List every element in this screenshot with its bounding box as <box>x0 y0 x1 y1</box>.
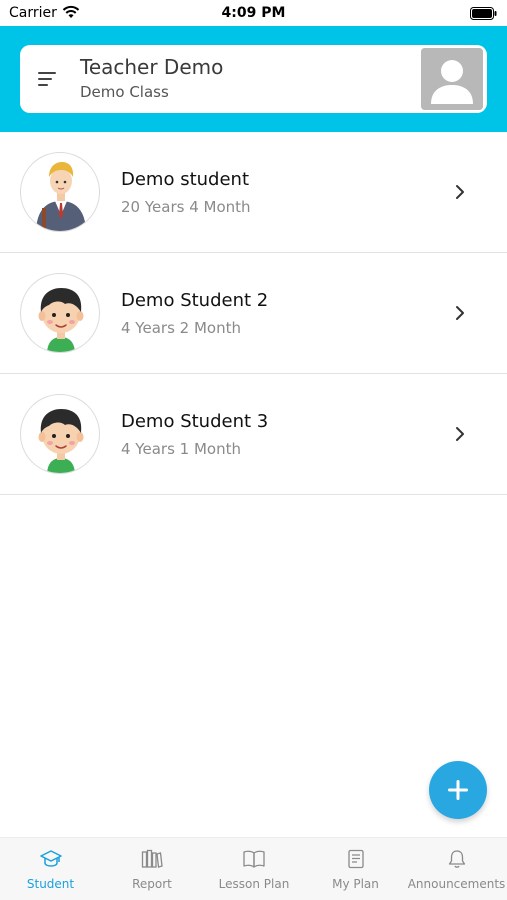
chevron-right-icon <box>456 185 464 199</box>
tab-label: Announcements <box>407 877 506 891</box>
header-band: Teacher Demo Demo Class <box>0 26 507 132</box>
status-bar: Carrier 4:09 PM <box>0 0 507 26</box>
tab-my-plan[interactable]: My Plan <box>305 838 406 900</box>
user-placeholder-icon <box>421 48 483 110</box>
student-teen-avatar <box>20 152 100 232</box>
student-child-avatar <box>20 273 100 353</box>
status-time: 4:09 PM <box>221 5 286 21</box>
chevron-right-icon <box>456 306 464 320</box>
menu-icon[interactable] <box>38 70 60 88</box>
teacher-card: Teacher Demo Demo Class <box>20 45 487 113</box>
tab-report[interactable]: Report <box>101 838 203 900</box>
notepad-icon <box>347 849 364 869</box>
books-icon <box>141 849 163 868</box>
bell-icon <box>448 850 465 868</box>
class-name: Demo Class <box>80 83 169 101</box>
student-child-avatar <box>20 394 100 474</box>
open-book-icon <box>243 850 265 868</box>
student-age: 4 Years 2 Month <box>121 319 241 337</box>
student-name: Demo Student 2 <box>121 290 269 311</box>
teacher-name: Teacher Demo <box>80 55 224 79</box>
tab-announcements[interactable]: Announcements <box>406 838 507 900</box>
add-student-button[interactable] <box>429 761 487 819</box>
plus-icon <box>448 780 468 800</box>
tab-lesson-plan[interactable]: Lesson Plan <box>203 838 305 900</box>
student-row[interactable]: Demo student 20 Years 4 Month <box>0 132 507 253</box>
battery-icon <box>470 7 497 20</box>
student-name: Demo Student 3 <box>121 411 269 432</box>
student-list: Demo student 20 Years 4 Month Demo Stude… <box>0 132 507 495</box>
tab-label: Report <box>132 877 172 891</box>
tab-label: Lesson Plan <box>218 877 290 891</box>
student-age: 4 Years 1 Month <box>121 440 241 458</box>
tab-student[interactable]: Student <box>0 838 101 900</box>
teacher-avatar[interactable] <box>421 48 483 110</box>
tab-label: Student <box>26 877 75 891</box>
chevron-right-icon <box>456 427 464 441</box>
tab-bar: Student Report Lesson Plan My Plan Annou… <box>0 837 507 900</box>
student-name: Demo student <box>121 169 250 190</box>
student-row[interactable]: Demo Student 2 4 Years 2 Month <box>0 253 507 374</box>
student-row[interactable]: Demo Student 3 4 Years 1 Month <box>0 374 507 495</box>
student-age: 20 Years 4 Month <box>121 198 251 216</box>
graduation-cap-icon <box>39 850 62 867</box>
tab-label: My Plan <box>332 877 379 891</box>
